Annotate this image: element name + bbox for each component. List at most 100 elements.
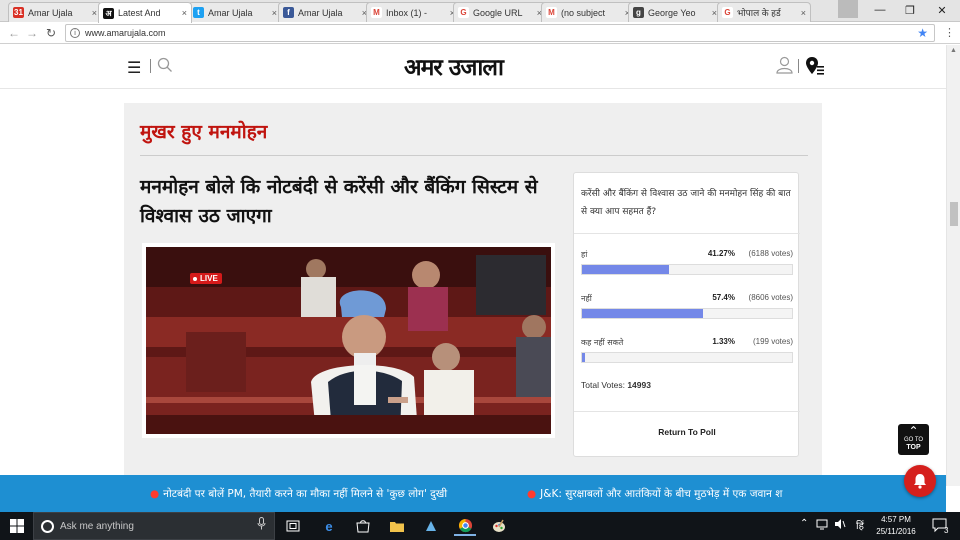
browser-profile-button[interactable]: [838, 0, 858, 18]
go-to-top-button[interactable]: ⌃ GO TO TOP: [898, 424, 929, 455]
app-icon[interactable]: [420, 516, 442, 536]
browser-tab-title[interactable]: George Yeo: [648, 8, 709, 18]
close-tab-icon[interactable]: ×: [92, 8, 97, 18]
store-icon[interactable]: [352, 516, 374, 536]
site-logo[interactable]: अमर उजाला: [404, 50, 504, 82]
browser-tab-title[interactable]: Amar Ujala: [208, 8, 269, 18]
ticker-item[interactable]: ● नोटबंदी पर बोलें PM, तैयारी करने का मौक…: [150, 487, 447, 501]
task-view-icon[interactable]: [282, 516, 304, 536]
edge-browser-icon[interactable]: e: [318, 516, 340, 536]
cortana-icon: [41, 519, 54, 533]
breaking-news-ticker: ● नोटबंदी पर बोलें PM, तैयारी करने का मौक…: [0, 475, 946, 512]
ticker-item[interactable]: ● J&K: सुरक्षाबलों और आतंकियों के बीच मुठ…: [527, 487, 782, 501]
browser-tab-title[interactable]: Latest And: [118, 8, 179, 18]
story-headline[interactable]: मनमोहन बोले कि नोटबंदी से करेंसी और बैंक…: [140, 173, 550, 231]
story-video-thumbnail[interactable]: LIVE: [146, 247, 551, 434]
poll-bar-fill: [582, 353, 585, 362]
ticker-item-text[interactable]: J&K: सुरक्षाबलों और आतंकियों के बीच मुठभ…: [540, 488, 782, 500]
chrome-taskbar-icon[interactable]: [454, 516, 476, 536]
poll-option-votes: (6188 votes): [748, 249, 793, 258]
browser-tab-title[interactable]: (no subject: [561, 8, 622, 18]
windows-taskbar: Ask me anything e ⌃ हिं 4:57 PM 25/11/20…: [0, 512, 960, 540]
clock-time: 4:57 PM: [881, 515, 911, 524]
bell-icon: [914, 474, 926, 489]
poll-bar-fill: [582, 265, 669, 274]
close-tab-icon[interactable]: ×: [272, 8, 277, 18]
page-content: मुखर हुए मनमोहन मनमोहन बोले कि नोटबंदी स…: [0, 90, 946, 486]
restore-icon[interactable]: ❐: [896, 0, 924, 20]
browser-tab[interactable]: G भोपाल के हर्ड ×: [717, 2, 811, 22]
microphone-icon[interactable]: [257, 517, 266, 535]
close-tab-icon[interactable]: ×: [182, 8, 187, 18]
hamburger-menu-icon[interactable]: ☰: [127, 58, 141, 78]
user-account-icon[interactable]: [776, 56, 793, 79]
close-window-icon[interactable]: ✕: [928, 0, 956, 20]
poll-total-votes: Total Votes: 14993: [581, 380, 651, 390]
cortana-placeholder[interactable]: Ask me anything: [60, 521, 257, 532]
bookmark-star-icon[interactable]: ★: [917, 26, 928, 40]
cortana-search-box[interactable]: Ask me anything: [33, 512, 275, 540]
search-icon[interactable]: [157, 57, 173, 78]
url-text[interactable]: www.amarujala.com: [85, 28, 166, 38]
location-pin-icon[interactable]: [805, 56, 825, 81]
address-bar[interactable]: i www.amarujala.com ★: [65, 24, 935, 42]
back-arrow-icon[interactable]: ←: [6, 25, 22, 41]
poll-option-percent: 57.4%: [712, 293, 735, 302]
ticker-item-text[interactable]: नोटबंदी पर बोलें PM, तैयारी करने का मौका…: [163, 488, 447, 500]
info-icon[interactable]: i: [70, 28, 80, 38]
scroll-up-arrow-icon[interactable]: ▲: [950, 47, 957, 54]
file-explorer-icon[interactable]: [386, 516, 408, 536]
poll-divider: [574, 233, 800, 234]
browser-tab[interactable]: 31 Amar Ujala ×: [8, 2, 102, 22]
browser-tab-title[interactable]: Amar Ujala: [28, 8, 89, 18]
poll-option-percent: 1.33%: [712, 337, 735, 346]
scrollbar-thumb[interactable]: [950, 202, 958, 226]
twitter-icon: t: [193, 7, 204, 18]
live-badge: LIVE: [190, 273, 222, 284]
feature-panel: मुखर हुए मनमोहन मनमोहन बोले कि नोटबंदी स…: [124, 103, 822, 486]
volume-icon[interactable]: [834, 518, 846, 533]
clock-date: 25/11/2016: [876, 527, 916, 536]
action-center-icon[interactable]: 3: [932, 518, 952, 539]
browser-tab[interactable]: अ Latest And ×: [98, 2, 192, 23]
minimize-icon[interactable]: —: [866, 0, 894, 20]
google-icon: G: [458, 7, 469, 18]
poll-option-label: नहीं: [581, 294, 592, 303]
browser-tab[interactable]: f Amar Ujala ×: [278, 2, 372, 22]
poll-option-label: हां: [581, 250, 588, 259]
go-to-top-line1: GO TO: [903, 437, 924, 443]
poll-option-label: कह नहीं सकते: [581, 338, 624, 347]
browser-tab[interactable]: g George Yeo ×: [628, 2, 722, 22]
browser-tab[interactable]: t Amar Ujala ×: [188, 2, 282, 22]
show-hidden-icons-icon[interactable]: ⌃: [800, 518, 808, 529]
browser-tab[interactable]: G Google URL ×: [453, 2, 547, 22]
notification-bell-button[interactable]: [904, 465, 936, 497]
live-dot-icon: [193, 277, 197, 281]
network-icon[interactable]: [816, 518, 830, 533]
section-divider: [140, 155, 808, 156]
opinion-poll: करेंसी और बैंकिंग से विश्वास उठ जाने की …: [573, 172, 800, 457]
browser-tab-title[interactable]: Inbox (1) -: [386, 8, 447, 18]
bookmark-icon: g: [633, 7, 644, 18]
header-divider: [798, 59, 799, 73]
windows-start-icon[interactable]: [10, 519, 24, 538]
return-to-poll-button[interactable]: Return To Poll: [574, 427, 800, 437]
chrome-menu-icon[interactable]: ⋮: [944, 26, 955, 39]
page-scrollbar[interactable]: ▲: [946, 45, 960, 486]
amar-ujala-icon: अ: [103, 7, 114, 19]
browser-tab-title[interactable]: Google URL: [473, 8, 534, 18]
reload-icon[interactable]: ↻: [43, 25, 59, 41]
input-language-indicator[interactable]: हिं: [856, 518, 864, 532]
poll-question: करेंसी और बैंकिंग से विश्वास उठ जाने की …: [581, 189, 791, 217]
forward-arrow-icon[interactable]: →: [24, 25, 40, 41]
close-tab-icon[interactable]: ×: [801, 8, 806, 18]
taskbar-clock[interactable]: 4:57 PM 25/11/2016: [873, 514, 919, 538]
browser-tab-title[interactable]: Amar Ujala: [298, 8, 359, 18]
browser-tab-title[interactable]: भोपाल के हर्ड: [737, 6, 798, 19]
paint-icon[interactable]: [488, 516, 510, 536]
browser-tab[interactable]: M(no subject×: [541, 2, 635, 22]
browser-tab[interactable]: MInbox (1) -×: [366, 2, 460, 22]
poll-option: कह नहीं सकते 1.33% (199 votes): [581, 337, 793, 367]
chevron-up-icon: ⌃: [908, 424, 919, 438]
section-title[interactable]: मुखर हुए मनमोहन: [140, 118, 267, 144]
